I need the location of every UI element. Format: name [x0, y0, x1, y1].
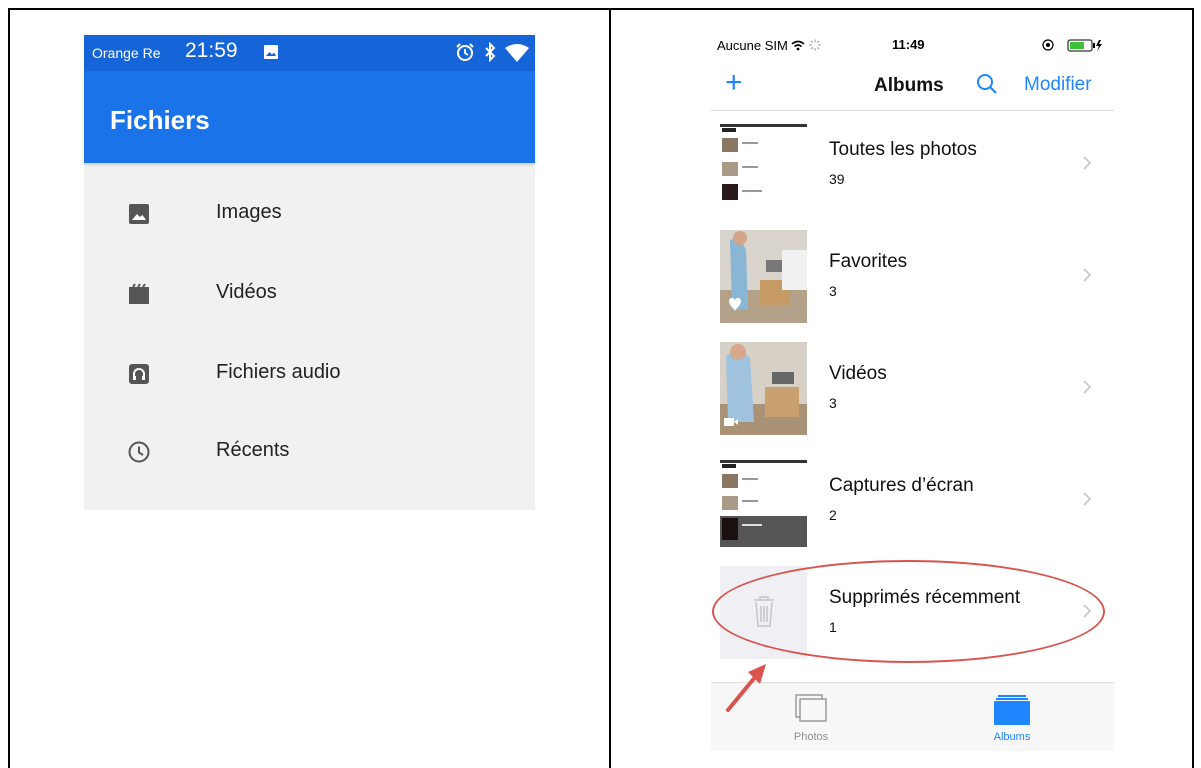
red-arrow-annotation — [726, 664, 766, 712]
headphones-icon — [129, 364, 149, 384]
navigation-bar: + Albums Modifier — [711, 62, 1114, 111]
android-status-bar: Orange Re 21:59 — [84, 35, 535, 71]
loading-spinner-icon — [809, 39, 821, 51]
album-row-videos[interactable]: Vidéos 3 — [711, 336, 1114, 448]
page-title: Albums — [874, 75, 944, 96]
category-label: Fichiers audio — [216, 361, 341, 383]
carrier-label: Aucune SIM — [717, 38, 821, 53]
category-label: Vidéos — [216, 281, 277, 303]
album-thumbnail — [720, 230, 807, 323]
chevron-right-icon — [1083, 156, 1092, 170]
bluetooth-icon — [485, 42, 496, 62]
app-bar: Fichiers — [84, 71, 535, 163]
category-item-images[interactable]: Images — [84, 187, 535, 247]
category-item-audio[interactable]: Fichiers audio — [84, 347, 535, 407]
album-name: Vidéos — [829, 363, 887, 384]
tab-albums[interactable]: Albums — [952, 683, 1072, 751]
chevron-right-icon — [1083, 380, 1092, 394]
album-thumbnail — [720, 118, 807, 211]
video-clapper-icon — [129, 283, 149, 304]
album-name: Favorites — [829, 251, 908, 272]
battery-icon — [1042, 39, 1102, 52]
status-icons — [456, 42, 529, 62]
status-time: 11:49 — [892, 37, 925, 52]
album-thumbnail — [720, 454, 807, 547]
divider — [609, 8, 611, 768]
category-item-videos[interactable]: Vidéos — [84, 267, 535, 327]
album-count: 39 — [829, 171, 845, 187]
photos-stack-icon — [795, 694, 827, 722]
album-count: 3 — [829, 395, 837, 411]
albums-stack-icon — [994, 695, 1030, 725]
chevron-right-icon — [1083, 492, 1092, 506]
wifi-icon — [505, 44, 529, 62]
chevron-right-icon — [1083, 268, 1092, 282]
image-icon — [129, 204, 149, 224]
ios-status-bar: Aucune SIM 11:49 — [711, 30, 1114, 58]
clock-icon — [128, 441, 150, 463]
album-thumbnail — [720, 342, 807, 435]
tab-label: Photos — [793, 731, 829, 743]
album-count: 2 — [829, 507, 837, 523]
image-notification-icon — [264, 45, 278, 59]
album-name: Toutes les photos — [829, 139, 977, 160]
android-files-screen: Orange Re 21:59 Fichiers Images Vidéos F… — [84, 35, 535, 510]
edit-button[interactable]: Modifier — [1024, 74, 1092, 96]
tab-label: Albums — [993, 731, 1031, 743]
category-label: Récents — [216, 439, 290, 461]
highlight-ellipse — [712, 560, 1105, 663]
add-album-button[interactable]: + — [725, 68, 743, 98]
status-time: 21:59 — [185, 39, 238, 62]
album-count: 3 — [829, 283, 837, 299]
album-row-favorites[interactable]: Favorites 3 — [711, 224, 1114, 336]
search-icon[interactable] — [976, 73, 998, 95]
category-item-recent[interactable]: Récents — [84, 425, 535, 485]
category-label: Images — [216, 201, 282, 223]
alarm-icon — [456, 43, 474, 61]
album-row-all-photos[interactable]: Toutes les photos 39 — [711, 112, 1114, 224]
album-row-screenshots[interactable]: Captures d’écran 2 — [711, 448, 1114, 560]
app-title: Fichiers — [110, 105, 210, 135]
album-name: Captures d’écran — [829, 475, 974, 496]
carrier-text: Aucune SIM — [717, 38, 788, 53]
carrier-label: Orange Re — [92, 45, 161, 61]
wifi-icon — [791, 40, 805, 51]
